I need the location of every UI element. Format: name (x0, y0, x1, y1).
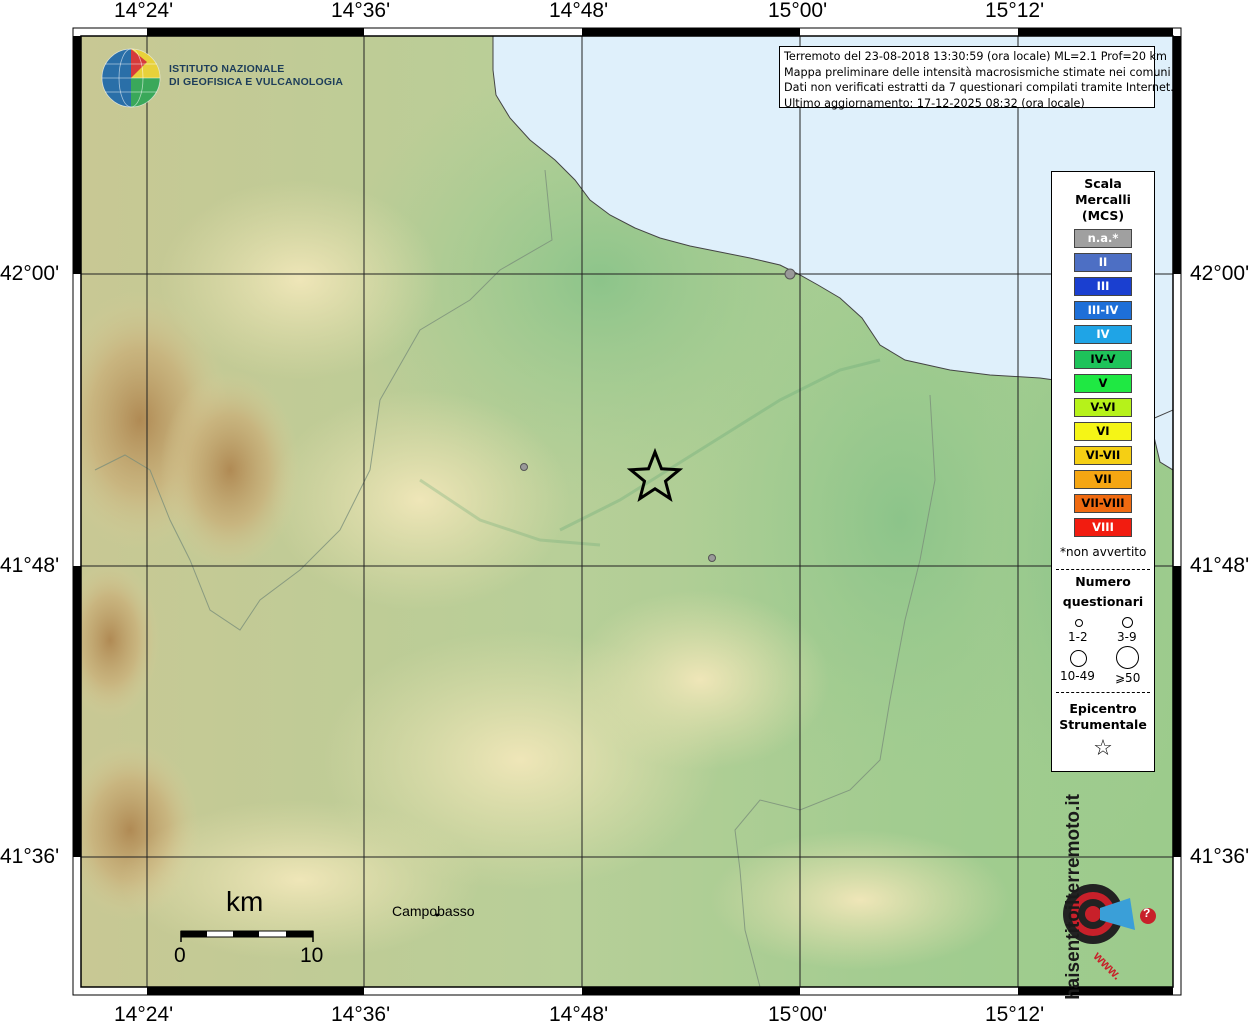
intensity-swatch: VII-VIII (1074, 494, 1132, 514)
lon-label-bottom: 15°12' (985, 1003, 1045, 1026)
intensity-swatch: VIII (1074, 518, 1132, 538)
last-update-line: Ultimo aggiornamento: 17-12-2025 08:32 (… (784, 96, 1085, 110)
lon-label-top: 14°36' (331, 0, 391, 22)
ingv-logo-text: ISTITUTO NAZIONALE DI GEOFISICA E VULCAN… (169, 63, 343, 89)
locality-point (784, 268, 796, 280)
question-icon: ? (1143, 906, 1151, 920)
lat-label-left: 41°36' (0, 845, 60, 868)
na-note: *non avvertito (1060, 545, 1147, 559)
numero-title: Numero (1075, 574, 1131, 589)
lon-label-bottom: 14°24' (114, 1003, 174, 1026)
star-legend-icon: ☆ (1093, 736, 1113, 761)
city-label: Campobasso (392, 903, 475, 919)
intensity-swatch: VI-VII (1074, 445, 1132, 465)
legend-panel: Scala Mercalli (MCS) n.a.* II III III-IV IV I… (1051, 171, 1155, 772)
intensity-swatch: III (1074, 277, 1132, 297)
size-label: 10-49 (1060, 669, 1095, 683)
size-circle-small (1075, 619, 1083, 627)
intensity-swatch: II (1074, 253, 1132, 273)
lat-label-right: 41°36' (1190, 845, 1250, 868)
brand-text: haisentitoilterremoto.it (1062, 794, 1084, 1000)
epicenter-title: Strumentale (1059, 717, 1147, 732)
size-circle-xlarge (1116, 646, 1139, 669)
legend-divider (1056, 569, 1150, 570)
locality-point (708, 554, 716, 562)
map-description: Mappa preliminare delle intensità macros… (784, 65, 1171, 79)
intensity-swatch: n.a.* (1074, 229, 1132, 248)
size-label: 3-9 (1117, 630, 1137, 644)
scale-unit: km (226, 886, 264, 917)
intensity-swatch: V-VI (1074, 397, 1132, 417)
institute-line: ISTITUTO NAZIONALE (169, 63, 285, 75)
size-label: ⩾50 (1115, 671, 1141, 685)
event-line: Terremoto del 23-08-2018 13:30:59 (ora l… (784, 50, 1167, 63)
epicenter-title: Epicentro (1069, 701, 1137, 716)
intensity-swatch: IV-V (1074, 349, 1132, 369)
lat-label-right: 42°00' (1190, 262, 1250, 285)
lat-label-left: 41°48' (0, 554, 60, 577)
numero-title: questionari (1062, 594, 1144, 609)
intensity-swatch: VII (1074, 470, 1132, 489)
lat-label-right: 41°48' (1190, 554, 1250, 577)
lon-label-bottom: 15°00' (768, 1003, 828, 1026)
legend-divider (1056, 692, 1150, 693)
event-info-box: Terremoto del 23-08-2018 13:30:59 (ora l… (779, 46, 1174, 110)
intensity-swatch: IV (1074, 325, 1132, 345)
data-source-line: Dati non verificati estratti da 7 questi… (784, 81, 1174, 94)
lon-label-top: 15°12' (985, 0, 1045, 22)
lon-label-top: 14°24' (114, 0, 174, 22)
size-label: 1-2 (1068, 630, 1088, 644)
legend-title: Mercalli (1075, 192, 1131, 207)
lon-label-bottom: 14°48' (549, 1003, 609, 1026)
lat-label-left: 42°00' (0, 262, 60, 285)
intensity-swatch: V (1074, 373, 1132, 393)
ingv-globe-icon (101, 48, 161, 108)
intensity-swatch: III-IV (1074, 301, 1132, 321)
lon-label-bottom: 14°36' (331, 1003, 391, 1026)
legend-title: Scala (1084, 176, 1122, 191)
size-circle-large (1070, 650, 1087, 667)
lon-label-top: 14°48' (549, 0, 609, 22)
institute-line: DI GEOFISICA E VULCANOLOGIA (169, 76, 344, 88)
scale-start: 0 (174, 944, 186, 967)
lon-label-top: 15°00' (768, 0, 828, 22)
intensity-swatch: VI (1074, 421, 1132, 441)
legend-title: (MCS) (1081, 208, 1125, 223)
scale-end: 10 (300, 944, 324, 967)
size-circle-medium (1122, 617, 1133, 628)
locality-point (520, 463, 528, 471)
